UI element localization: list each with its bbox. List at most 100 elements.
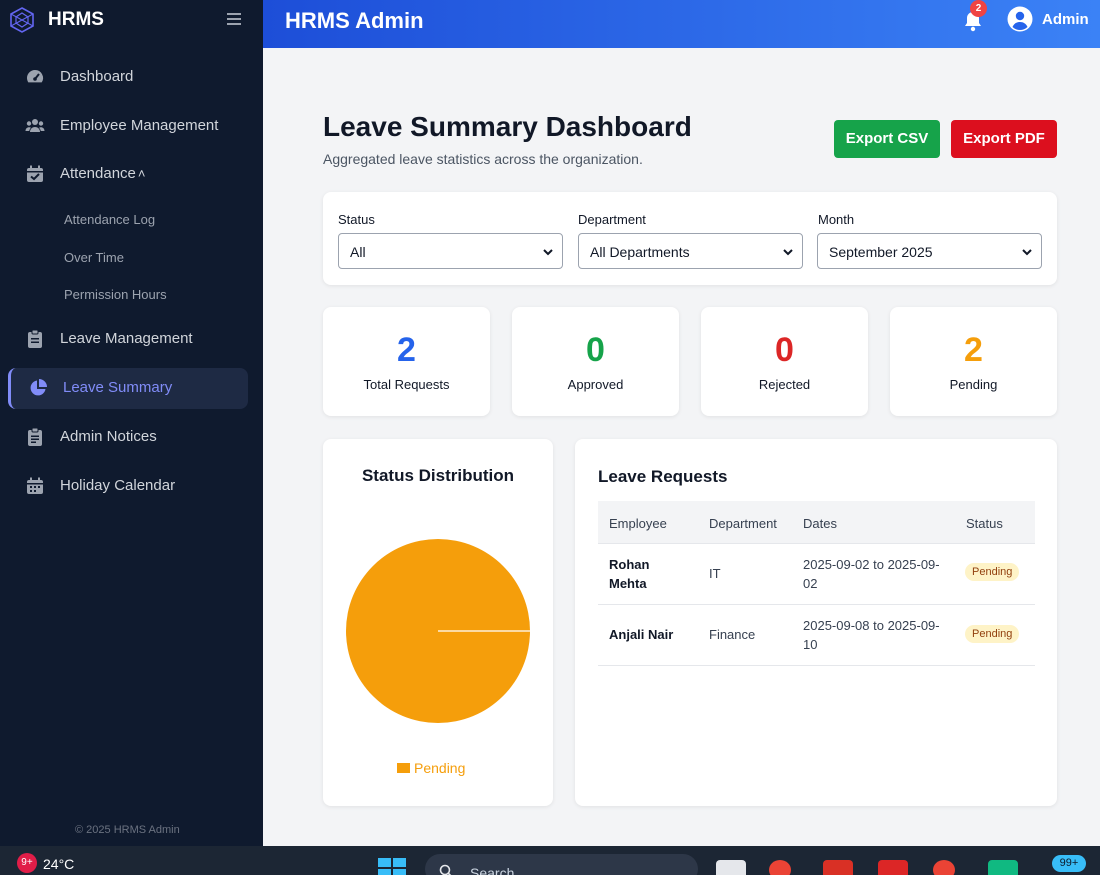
filters-card: Status All Department All Departments Mo… bbox=[323, 192, 1057, 285]
department-select-value: All Departments bbox=[590, 244, 690, 260]
notification-badge: 2 bbox=[970, 0, 987, 17]
gmail-icon[interactable] bbox=[823, 860, 853, 875]
sidebar: HRMS Dashboard Employee Management Atten… bbox=[0, 0, 263, 846]
brand: HRMS bbox=[0, 0, 263, 40]
stat-label: Total Requests bbox=[363, 377, 450, 392]
chevron-down-icon bbox=[783, 249, 793, 256]
stat-card-pending: 2 Pending bbox=[890, 307, 1057, 416]
cell-department: Finance bbox=[709, 627, 756, 642]
windows-start-icon[interactable] bbox=[378, 858, 406, 875]
chevron-down-icon bbox=[1022, 249, 1032, 256]
column-header: Status bbox=[966, 516, 1003, 531]
clipboard-list-icon bbox=[28, 427, 42, 446]
taskbar-search[interactable]: Search bbox=[425, 854, 698, 875]
cell-dates: 2025-09-08 to 2025-09-10 bbox=[803, 618, 940, 652]
pie-chart bbox=[346, 539, 530, 723]
column-header: Dates bbox=[803, 516, 837, 531]
sidebar-item-label: Holiday Calendar bbox=[60, 477, 176, 494]
table-header: Employee Department Dates Status bbox=[598, 501, 1035, 544]
users-icon bbox=[25, 119, 45, 132]
department-filter-label: Department bbox=[578, 212, 646, 227]
user-avatar-icon[interactable] bbox=[1007, 6, 1033, 32]
status-distribution-card: Status Distribution Pending bbox=[323, 439, 553, 806]
stat-card-total: 2 Total Requests bbox=[323, 307, 490, 416]
weather-badge[interactable]: 9+ bbox=[17, 853, 37, 873]
status-select-value: All bbox=[350, 244, 366, 260]
taskbar: 9+ 24°C Search 99+ bbox=[0, 846, 1100, 875]
weather-temperature[interactable]: 24°C bbox=[43, 856, 74, 872]
cell-department: IT bbox=[709, 566, 721, 581]
brand-name: HRMS bbox=[48, 9, 104, 30]
chevron-up-icon: ˄ bbox=[137, 166, 146, 181]
tray-badge[interactable]: 99+ bbox=[1052, 855, 1086, 872]
stat-card-approved: 0 Approved bbox=[512, 307, 679, 416]
sidebar-item-holiday-calendar[interactable]: Holiday Calendar bbox=[8, 466, 248, 507]
calendar-check-icon bbox=[27, 165, 43, 182]
sidebar-item-leave-summary[interactable]: Leave Summary bbox=[8, 368, 248, 409]
stat-label: Pending bbox=[949, 377, 998, 392]
chrome-icon[interactable] bbox=[769, 860, 791, 875]
page-subtitle: Aggregated leave statistics across the o… bbox=[323, 151, 643, 167]
table-row: Anjali Nair Finance 2025-09-08 to 2025-0… bbox=[598, 605, 1035, 666]
department-select[interactable]: All Departments bbox=[578, 233, 803, 269]
header-title: HRMS Admin bbox=[285, 8, 424, 33]
sidebar-item-employee-management[interactable]: Employee Management bbox=[8, 106, 248, 147]
sidebar-item-dashboard[interactable]: Dashboard bbox=[8, 57, 248, 98]
month-select[interactable]: September 2025 bbox=[817, 233, 1042, 269]
sidebar-subitem-permission-hours[interactable]: Permission Hours bbox=[64, 287, 167, 302]
stat-value: 0 bbox=[586, 331, 605, 369]
export-csv-button[interactable]: Export CSV bbox=[834, 120, 940, 158]
pie-chart-icon bbox=[30, 379, 47, 396]
app-icon[interactable] bbox=[878, 860, 908, 875]
stat-card-rejected: 0 Rejected bbox=[701, 307, 868, 416]
legend-label: Pending bbox=[414, 760, 466, 776]
sidebar-item-label: Leave Summary bbox=[63, 379, 173, 396]
sidebar-item-leave-management[interactable]: Leave Management bbox=[8, 319, 248, 360]
export-pdf-button[interactable]: Export PDF bbox=[951, 120, 1057, 158]
stat-value: 2 bbox=[397, 331, 416, 369]
column-header: Department bbox=[709, 516, 777, 531]
sidebar-item-label: Leave Management bbox=[60, 330, 193, 347]
chart-legend[interactable]: Pending bbox=[397, 760, 465, 776]
app-icon[interactable] bbox=[988, 860, 1018, 875]
chrome-icon[interactable] bbox=[933, 860, 955, 875]
sidebar-subitem-over-time[interactable]: Over Time bbox=[64, 250, 124, 265]
sidebar-item-label-wrap: Attendance ˄ bbox=[60, 165, 146, 182]
sidebar-item-label: Admin Notices bbox=[60, 428, 157, 445]
status-select[interactable]: All bbox=[338, 233, 563, 269]
month-select-value: September 2025 bbox=[829, 244, 933, 260]
search-icon bbox=[439, 864, 452, 875]
file-explorer-icon[interactable] bbox=[716, 860, 746, 875]
header: HRMS Admin 2 Admin bbox=[263, 0, 1100, 48]
stat-label: Approved bbox=[567, 377, 624, 392]
cell-dates: 2025-09-02 to 2025-09-02 bbox=[803, 557, 940, 591]
status-badge: Pending bbox=[965, 625, 1020, 643]
copyright: © 2025 HRMS Admin bbox=[75, 824, 180, 836]
hamburger-icon[interactable] bbox=[226, 11, 242, 27]
status-filter-label: Status bbox=[338, 212, 375, 227]
legend-swatch bbox=[397, 763, 410, 773]
cell-employee: Rohan Mehta bbox=[609, 557, 650, 591]
sidebar-item-attendance[interactable]: Attendance ˄ bbox=[8, 154, 248, 195]
cell-employee: Anjali Nair bbox=[609, 627, 674, 642]
chevron-down-icon bbox=[543, 249, 553, 256]
sidebar-item-label: Dashboard bbox=[60, 68, 134, 85]
stat-label: Rejected bbox=[758, 377, 811, 392]
table-title: Leave Requests bbox=[598, 467, 728, 486]
stat-value: 2 bbox=[964, 331, 983, 369]
sidebar-subitem-attendance-log[interactable]: Attendance Log bbox=[64, 212, 155, 227]
leave-requests-card: Leave Requests Employee Department Dates… bbox=[575, 439, 1057, 806]
stat-value: 0 bbox=[775, 331, 794, 369]
month-filter-label: Month bbox=[818, 212, 855, 227]
status-badge: Pending bbox=[965, 563, 1020, 581]
gauge-icon bbox=[27, 69, 44, 83]
clipboard-icon bbox=[28, 329, 42, 348]
logo-icon bbox=[10, 7, 34, 33]
user-name[interactable]: Admin bbox=[1042, 11, 1089, 28]
sidebar-item-label: Attendance bbox=[60, 165, 136, 182]
calendar-icon bbox=[27, 477, 43, 494]
column-header: Employee bbox=[609, 516, 667, 531]
sidebar-item-admin-notices[interactable]: Admin Notices bbox=[8, 417, 248, 458]
table-row: Rohan Mehta IT 2025-09-02 to 2025-09-02 … bbox=[598, 544, 1035, 605]
page-title: Leave Summary Dashboard bbox=[323, 111, 692, 142]
